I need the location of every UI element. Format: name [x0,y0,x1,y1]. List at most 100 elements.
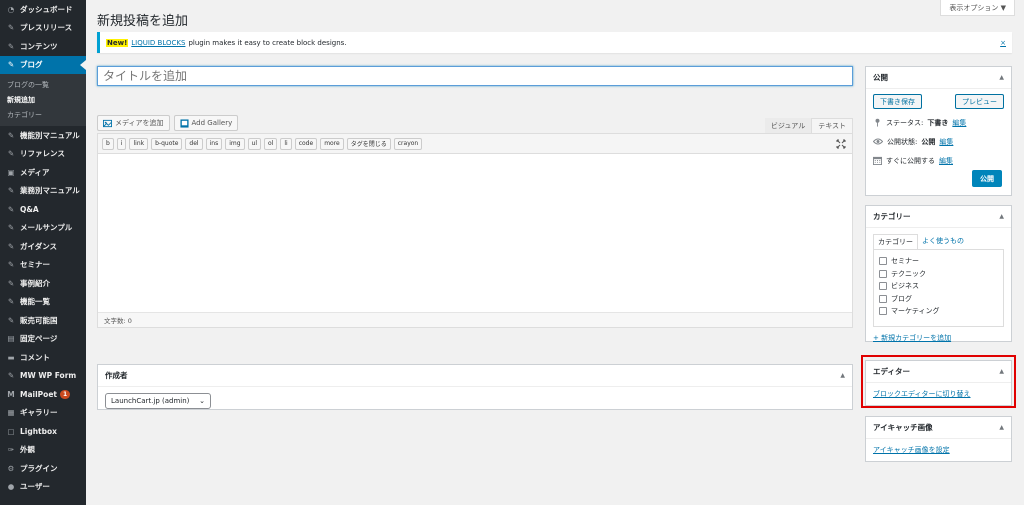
notice-plugin-link[interactable]: LIQUID BLOCKS [131,39,185,47]
category-postbox: カテゴリー ▲ カテゴリー よく使うもの セミナー テクニック ビジネス ブログマーケ… [865,205,1012,342]
sidebar-item[interactable]: ✎ プレスリリース [0,19,86,38]
category-checkbox[interactable] [879,294,887,303]
author-title: 作成者 [105,371,128,380]
visibility-edit-link[interactable]: 編集 [939,137,953,147]
sidebar-item[interactable]: ✎ リファレンス [0,145,86,164]
preview-button[interactable]: プレビュー [955,94,1004,109]
quicktag-button[interactable]: ul [247,137,262,150]
quicktag-button[interactable]: タグを閉じる [346,137,391,150]
category-item[interactable]: セミナー [879,255,998,268]
collapse-icon[interactable]: ▲ [999,424,1004,431]
sidebar-item-label: ギャラリー [20,408,58,418]
sidebar-item[interactable]: ✎ 事例紹介 [0,274,86,293]
quicktag-button[interactable]: b [102,137,114,150]
sidebar-item[interactable]: ▦ ギャラリー [0,404,86,423]
quicktag-button[interactable]: del [185,137,203,150]
quicktag-button[interactable]: b-quote [151,137,183,150]
category-checkbox[interactable] [879,307,887,316]
submenu-category[interactable]: カテゴリー [0,107,86,122]
publish-header[interactable]: 公開 ▲ [866,67,1011,89]
quicktag-button[interactable]: i [116,137,127,150]
sidebar-item[interactable]: ✎ MW WP Form [0,367,86,386]
admin-sidebar: ◔ ダッシュボード ✎ プレスリリース ✎ コンテンツ ✎ ブログ ブログの一覧 新規追加 カ… [0,0,86,505]
screen-options-button[interactable]: 表示オプション ▼ [940,0,1015,16]
pin-icon: ✎ [7,371,15,381]
sidebar-item[interactable]: ✎ 機能一覧 [0,293,86,312]
quicktag-button[interactable]: ins [205,137,223,150]
schedule-label: すぐに公開する [886,156,935,165]
add-media-button[interactable]: メディアを追加 [97,115,170,131]
sidebar-item-label: 外観 [20,445,35,455]
author-header[interactable]: 作成者 ▲ [98,365,852,387]
pin-icon: ✎ [7,315,15,325]
category-label: ブログ [891,294,912,303]
appearance-icon: ✑ [7,445,15,455]
tab-all-categories[interactable]: カテゴリー [873,234,918,249]
pin-icon: ✎ [7,23,15,33]
set-featured-image-link[interactable]: アイキャッチ画像を設定 [866,439,1011,461]
submenu-blog-list[interactable]: ブログの一覧 [0,77,86,92]
category-checkbox[interactable] [879,282,887,291]
quicktag-button[interactable]: img [225,137,245,150]
sidebar-item[interactable]: ✎ Q&A [0,200,86,219]
category-item[interactable]: マーケティング [879,305,998,318]
save-draft-button[interactable]: 下書き保存 [873,94,922,109]
highlight-frame [861,355,1016,408]
fullscreen-icon[interactable] [836,139,846,149]
submenu-add-new[interactable]: 新規追加 [0,92,86,107]
sidebar-item[interactable]: ✎ コンテンツ [0,37,86,56]
category-header[interactable]: カテゴリー ▲ [866,206,1011,228]
sidebar-item[interactable]: ✎ セミナー [0,256,86,275]
sidebar-item[interactable]: ✎ ブログ [0,55,86,74]
add-media-label: メディアを追加 [115,119,164,127]
notice-text: plugin makes it easy to create block des… [188,38,347,47]
category-item[interactable]: ビジネス [879,280,998,293]
sidebar-item[interactable]: ▤ 固定ページ [0,330,86,349]
quicktag-button[interactable]: link [129,137,149,150]
sidebar-item-label: 販売可能国 [20,315,58,325]
sidebar-item[interactable]: ✎ 販売可能国 [0,311,86,330]
collapse-icon[interactable]: ▲ [999,213,1004,220]
sidebar-item[interactable]: ▬ コメント [0,348,86,367]
tab-text[interactable]: テキスト [811,118,853,133]
sidebar-item[interactable]: ▣ メディア [0,163,86,182]
collapse-icon[interactable]: ▲ [840,372,845,379]
quicktag-button[interactable]: ol [264,137,278,150]
content-textarea[interactable] [98,154,852,314]
notice-dismiss-button[interactable]: × [1000,39,1006,47]
quicktag-button[interactable]: more [320,137,344,150]
quicktag-button[interactable]: crayon [393,137,423,150]
add-gallery-button[interactable]: Add Gallery [173,115,239,131]
category-item[interactable]: テクニック [879,268,998,281]
featured-image-header[interactable]: アイキャッチ画像 ▲ [866,417,1011,439]
sidebar-item[interactable]: ● ユーザー [0,478,86,497]
sidebar-item[interactable]: ✎ ガイダンス [0,237,86,256]
sidebar-item[interactable]: ✎ 機能別マニュアル [0,126,86,145]
quicktag-button[interactable]: code [294,137,318,150]
post-title-input[interactable] [97,66,853,86]
schedule-edit-link[interactable]: 編集 [939,156,953,166]
quicktag-button[interactable]: li [280,137,292,150]
category-checkbox[interactable] [879,257,887,266]
category-item[interactable]: ブログ [879,293,998,306]
sidebar-item[interactable]: ⚙ プラグイン [0,459,86,478]
sidebar-item[interactable]: ✎ 業務別マニュアル [0,182,86,201]
tab-popular-categories[interactable]: よく使うもの [918,234,968,249]
sidebar-item[interactable]: ◔ ダッシュボード [0,0,86,19]
status-edit-link[interactable]: 編集 [952,118,966,128]
category-checkbox[interactable] [879,269,887,278]
sidebar-item[interactable]: ▢ Lightbox [0,422,86,441]
sidebar-item-label: セミナー [20,260,50,270]
sidebar-item[interactable]: ✑ 外観 [0,441,86,460]
sidebar-item-label: ダッシュボード [20,4,73,14]
tab-visual[interactable]: ビジュアル [764,118,812,133]
sidebar-item[interactable]: M MailPoet 1 [0,385,86,404]
user-icon: ● [7,482,15,492]
author-select[interactable]: LaunchCart.jp (admin) ⌄ [105,393,211,409]
add-category-link[interactable]: + 新規カテゴリーを追加 [866,327,1011,349]
collapse-icon[interactable]: ▲ [999,74,1004,81]
pin-icon: ✎ [7,60,15,70]
sidebar-item-label: プラグイン [20,463,58,473]
publish-button[interactable]: 公開 [972,170,1002,187]
sidebar-item[interactable]: ✎ メールサンプル [0,219,86,238]
